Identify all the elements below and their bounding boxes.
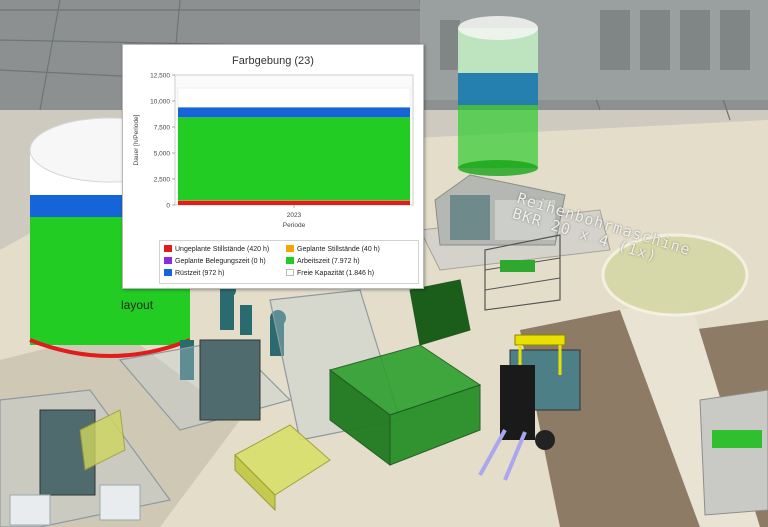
y-tick-label: 2,500 — [154, 177, 171, 184]
y-tick-label: 12,500 — [150, 73, 170, 80]
legend-item: Freie Kapazität (1.846 h) — [286, 269, 374, 278]
legend-item: Geplante Stillstände (40 h) — [286, 245, 380, 254]
stacked-bar-chart: 0 2,500 5,000 7,500 10,000 12,500 Dauer [h/Per… — [133, 73, 414, 229]
layout-label: layout — [121, 298, 154, 312]
x-axis-label: Periode — [283, 222, 306, 229]
legend-label: Geplante Stillstände (40 h) — [297, 246, 380, 253]
bar-segment — [177, 87, 411, 108]
legend-item: Ungeplante Stillstände (420 h) — [164, 245, 269, 254]
legend-swatch — [164, 245, 172, 252]
side-machine-right[interactable] — [699, 389, 768, 516]
chart-popup-panel[interactable]: Farbgebung (23) 0 2,500 5,000 7,500 10,000 12… — [122, 44, 424, 289]
y-tick-label: 0 — [166, 203, 170, 210]
y-tick-label: 10,000 — [150, 99, 170, 106]
chart-title: Farbgebung (23) — [232, 55, 314, 67]
chart-legend: Ungeplante Stillstände (420 h) Geplante S… — [159, 240, 419, 284]
legend-swatch — [286, 269, 294, 276]
tank-right[interactable] — [458, 16, 538, 176]
legend-swatch — [164, 257, 172, 264]
legend-swatch — [286, 245, 294, 252]
legend-item: Rüstzeit (972 h) — [164, 269, 224, 278]
legend-label: Freie Kapazität (1.846 h) — [297, 270, 375, 277]
y-tick-label: 7,500 — [154, 125, 171, 132]
legend-label: Rüstzeit (972 h) — [175, 270, 225, 277]
legend-swatch — [286, 257, 294, 264]
legend-label: Arbeitszeit (7.972 h) — [297, 258, 360, 265]
bar-segment — [178, 107, 410, 118]
y-axis-label: Dauer [h/Periode] — [133, 114, 140, 165]
legend-label: Geplante Belegungszeit (0 h) — [175, 258, 266, 265]
bar-segment — [178, 200, 410, 205]
bar-segment — [178, 117, 410, 201]
x-tick-label: 2023 — [287, 212, 302, 219]
legend-swatch — [164, 269, 172, 276]
legend-item: Arbeitszeit (7.972 h) — [286, 257, 360, 266]
legend-item: Geplante Belegungszeit (0 h) — [164, 257, 266, 266]
y-tick-label: 5,000 — [154, 151, 171, 158]
legend-label: Ungeplante Stillstände (420 h) — [175, 246, 270, 253]
